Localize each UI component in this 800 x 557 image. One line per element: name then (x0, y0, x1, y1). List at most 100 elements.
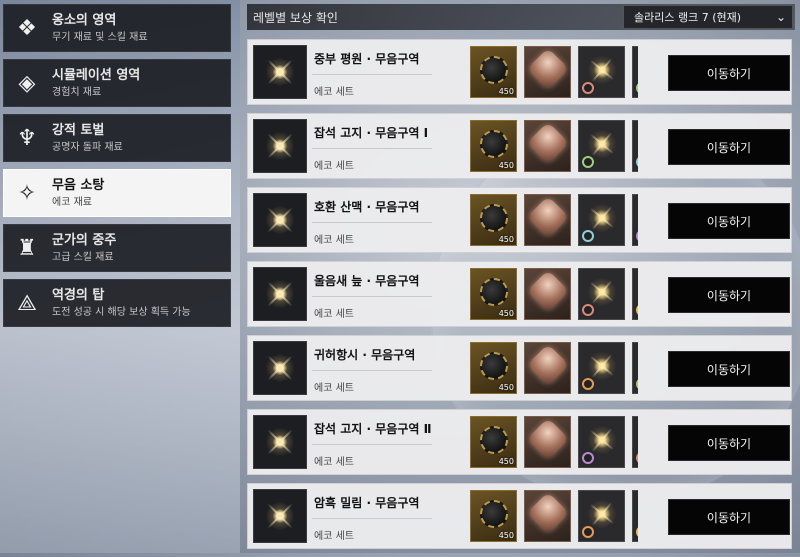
reward-item[interactable] (578, 342, 625, 394)
reward-item[interactable] (524, 490, 571, 542)
reward-quantity: 450 (498, 309, 514, 318)
divider (312, 444, 432, 445)
element-badge-icon (636, 304, 638, 316)
reward-item[interactable] (632, 268, 638, 320)
reward-item[interactable] (578, 416, 625, 468)
reward-item[interactable] (524, 194, 571, 246)
diamond-cluster-icon: ❖ (17, 15, 37, 41)
reward-item[interactable]: 450 (470, 342, 517, 394)
region-name: 암흑 밀림 · 무음구역 (314, 496, 420, 510)
reward-item[interactable] (578, 490, 625, 542)
region-list: 중부 평원 · 무음구역 에코 세트 450 이동하기 잡석 고지 · 무음구역… (247, 39, 792, 557)
move-button[interactable]: 이동하기 (668, 203, 790, 239)
reward-item[interactable]: 450 (470, 416, 517, 468)
region-subtitle: 에코 세트 (314, 235, 354, 246)
tower-icon: ♜ (17, 235, 37, 261)
region-name: 잡석 고지 · 무음구역 Ⅰ (314, 126, 429, 140)
silent-zone-icon (253, 45, 307, 99)
reward-list: 450 (470, 268, 638, 320)
reward-item[interactable] (578, 194, 625, 246)
shell-credit-icon (480, 130, 508, 158)
solaris-rank-dropdown[interactable]: 솔라리스 랭크 7 (현재) ⌄ (623, 5, 793, 29)
reward-quantity: 450 (498, 161, 514, 170)
reward-item[interactable]: 450 (470, 268, 517, 320)
element-badge-icon (582, 526, 594, 538)
region-subtitle: 에코 세트 (314, 457, 354, 468)
reward-item[interactable] (632, 46, 638, 98)
triangle-eye-icon: ⟁ (17, 290, 37, 316)
shell-credit-icon (480, 56, 508, 84)
move-button[interactable]: 이동하기 (668, 129, 790, 165)
sidebar-item-subtitle: 공명자 돌파 재료 (52, 141, 123, 153)
sidebar-item-domain-of-ungso[interactable]: ❖ 옹소의 영역 무기 재료 및 스킬 재료 (3, 4, 231, 52)
reward-item[interactable] (524, 268, 571, 320)
reward-list: 450 (470, 342, 638, 394)
element-badge-icon (636, 82, 638, 94)
region-subtitle: 에코 세트 (314, 309, 354, 320)
divider (312, 148, 432, 149)
reward-item[interactable] (578, 46, 625, 98)
sidebar-item-title: 군가의 중주 (52, 232, 117, 248)
silent-zone-icon (253, 119, 307, 173)
reward-item[interactable] (524, 342, 571, 394)
divider (312, 518, 432, 519)
region-row: 귀허항시 · 무음구역 에코 세트 450 이동하기 (247, 335, 792, 401)
reward-item[interactable] (632, 416, 638, 468)
level-rewards-link[interactable]: 레벨별 보상 확인 (253, 9, 338, 26)
reward-quantity: 450 (498, 531, 514, 540)
sidebar-item-tower-of-adversity[interactable]: ⟁ 역경의 탑 도전 성공 시 해당 보상 획득 가능 (3, 279, 231, 327)
reward-quantity: 450 (498, 383, 514, 392)
reward-list: 450 (470, 490, 638, 542)
trident-crest-icon: ♆ (17, 125, 37, 151)
element-badge-icon (636, 156, 638, 168)
region-row: 암흑 밀림 · 무음구역 에코 세트 450 이동하기 (247, 483, 792, 549)
reward-list: 450 (470, 120, 638, 172)
reward-item[interactable]: 450 (470, 490, 517, 542)
silent-zone-icon (253, 415, 307, 469)
sidebar-item-title: 시뮬레이션 영역 (52, 67, 141, 83)
move-button[interactable]: 이동하기 (668, 499, 790, 535)
chevron-down-icon: ⌄ (775, 10, 786, 24)
region-subtitle: 에코 세트 (314, 87, 354, 98)
reward-item[interactable] (632, 342, 638, 394)
element-badge-icon (636, 378, 638, 390)
reward-item[interactable]: 450 (470, 46, 517, 98)
reward-item[interactable] (578, 120, 625, 172)
reward-list: 450 (470, 194, 638, 246)
reward-item[interactable]: 450 (470, 194, 517, 246)
sidebar: ❖ 옹소의 영역 무기 재료 및 스킬 재료 ◈ 시뮬레이션 영역 경험치 재료… (3, 4, 231, 334)
divider (312, 222, 432, 223)
move-button[interactable]: 이동하기 (668, 425, 790, 461)
reward-item[interactable]: 450 (470, 120, 517, 172)
sidebar-item-subtitle: 에코 재료 (52, 196, 92, 208)
shell-credit-icon (480, 278, 508, 306)
reward-item[interactable] (578, 268, 625, 320)
reward-item[interactable] (632, 490, 638, 542)
sidebar-item-title: 옹소의 영역 (52, 12, 117, 28)
reward-item[interactable] (524, 46, 571, 98)
sidebar-item-title: 무음 소탕 (52, 177, 105, 193)
region-name: 잡석 고지 · 무음구역 Ⅱ (314, 422, 432, 436)
shell-credit-icon (480, 500, 508, 528)
sidebar-item-boss[interactable]: ♆ 강적 토벌 공명자 돌파 재료 (3, 114, 231, 162)
move-button[interactable]: 이동하기 (668, 55, 790, 91)
shell-credit-icon (480, 352, 508, 380)
sidebar-item-subtitle: 고급 스킬 재료 (52, 251, 114, 263)
sidebar-item-simulation[interactable]: ◈ 시뮬레이션 영역 경험치 재료 (3, 59, 231, 107)
element-badge-icon (636, 452, 638, 464)
element-badge-icon (636, 526, 638, 538)
sidebar-item-silent-sweep[interactable]: ✧ 무음 소탕 에코 재료 (3, 169, 231, 217)
move-button[interactable]: 이동하기 (668, 351, 790, 387)
move-button[interactable]: 이동하기 (668, 277, 790, 313)
reward-item[interactable] (632, 194, 638, 246)
reward-item[interactable] (524, 120, 571, 172)
reward-item[interactable] (632, 120, 638, 172)
region-subtitle: 에코 세트 (314, 161, 354, 172)
reward-item[interactable] (524, 416, 571, 468)
region-row: 울음새 늪 · 무음구역 에코 세트 450 이동하기 (247, 261, 792, 327)
reward-header: 레벨별 보상 확인 솔라리스 랭크 7 (현재) ⌄ (247, 4, 795, 30)
region-row: 호환 산맥 · 무음구역 에코 세트 450 이동하기 (247, 187, 792, 253)
silent-zone-icon (253, 193, 307, 247)
sidebar-item-ensemble[interactable]: ♜ 군가의 중주 고급 스킬 재료 (3, 224, 231, 272)
region-subtitle: 에코 세트 (314, 383, 354, 394)
